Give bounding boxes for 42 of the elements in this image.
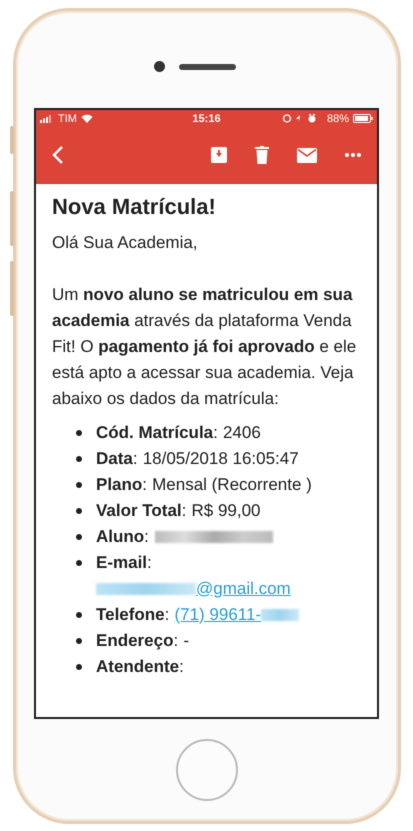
detail-label: Valor Total: bbox=[96, 500, 186, 520]
detail-value: - bbox=[183, 630, 189, 650]
detail-link[interactable]: @gmail.com bbox=[196, 578, 291, 598]
detail-label: Atendente: bbox=[96, 656, 184, 676]
trash-icon bbox=[255, 146, 269, 164]
bullet-icon bbox=[76, 534, 82, 540]
detail-label: Cód. Matrícula: bbox=[96, 422, 218, 442]
greeting-text: Olá Sua Academia, bbox=[52, 232, 199, 254]
detail-label: Aluno: bbox=[96, 526, 149, 546]
bullet-icon bbox=[76, 664, 82, 670]
bullet-icon bbox=[76, 612, 82, 618]
bullet-icon bbox=[76, 430, 82, 436]
intro-paragraph: Um novo aluno se matriculou em sua academia através da plataforma Venda Fit! O pagamento já foi aprovado e ele está apto a acessar sua academia. Veja abaixo os dados da matrícula: bbox=[52, 284, 358, 410]
status-time: 15:16 bbox=[192, 112, 221, 124]
detail-label: Data: bbox=[96, 448, 138, 468]
detail-value: 2406 bbox=[222, 422, 261, 442]
archive-icon bbox=[211, 147, 227, 163]
wifi-icon bbox=[80, 114, 93, 123]
detail-link[interactable]: (71) 99611- bbox=[174, 604, 262, 624]
detail-label: Plano: bbox=[96, 474, 148, 494]
detail-value: R$ 99,00 bbox=[191, 500, 260, 520]
speaker-grille bbox=[178, 64, 236, 70]
battery-percent: 88% bbox=[326, 112, 349, 124]
detail-label: Endereço: bbox=[96, 630, 178, 650]
more-icon bbox=[345, 153, 361, 157]
bullet-icon bbox=[76, 508, 82, 514]
bullet-icon bbox=[76, 638, 82, 644]
bullet-icon bbox=[76, 482, 82, 488]
detail-label: Telefone: bbox=[96, 604, 170, 624]
camera-icon bbox=[154, 60, 164, 72]
detail-value: 18/05/2018 16:05:47 bbox=[142, 448, 299, 468]
detail-label: E-mail: bbox=[96, 552, 152, 572]
bullet-icon bbox=[76, 560, 82, 566]
email-title: Nova Matrícula! bbox=[52, 192, 217, 220]
signal-icon bbox=[40, 114, 54, 122]
envelope-icon bbox=[297, 148, 317, 162]
detail-value: Mensal (Recorrente ) bbox=[152, 474, 312, 494]
back-icon bbox=[52, 145, 64, 165]
blurred-text bbox=[261, 609, 300, 622]
bullet-icon bbox=[76, 456, 82, 462]
battery-icon bbox=[352, 114, 373, 123]
carrier-name: TIM bbox=[58, 112, 77, 124]
